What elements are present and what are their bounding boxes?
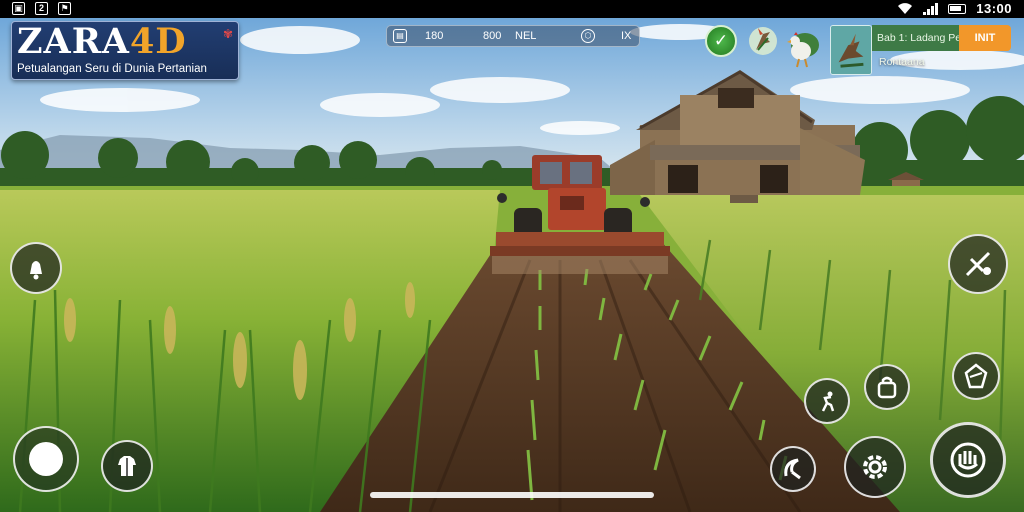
fishing-button[interactable] [948, 234, 1008, 294]
logo-title: ZARA4D [17, 22, 187, 62]
bag-button[interactable] [864, 364, 910, 410]
resource-label: NEL [515, 30, 537, 42]
gallery-icon: ▣ [12, 2, 25, 15]
logo-title-accent: 4D [129, 21, 187, 62]
notification-icon: ⚑ [58, 2, 71, 15]
map-icon [964, 363, 988, 389]
run-button[interactable] [804, 378, 850, 424]
resource-value-a: 180 [425, 30, 444, 42]
quest-init-button[interactable]: INIT [959, 25, 1011, 51]
bell-icon [30, 261, 42, 280]
quest-panel[interactable]: Bab 1: Ladang Pertama INIT Rontaana [830, 25, 1012, 75]
status-bar: ▣ 2 ⚑ 13:00 [0, 0, 1024, 18]
bird-icon[interactable] [748, 24, 778, 58]
game-logo: ZARA4D ✾ Petualangan Seru di Dunia Perta… [11, 21, 239, 80]
sickle-icon [784, 458, 801, 480]
logo-star-icon: ✾ [222, 27, 233, 41]
check-flag-button[interactable]: ✓ [705, 25, 737, 57]
logo-subtitle: Petualangan Seru di Dunia Pertanian [17, 63, 207, 75]
action-button[interactable] [930, 422, 1006, 498]
inventory-button[interactable] [101, 440, 153, 492]
resource-bar[interactable]: ▤ 180 800 NEL ⬡ IX [386, 25, 640, 47]
calendar-icon: ▤ [393, 29, 407, 43]
battery-icon [948, 3, 967, 14]
status-left-icons: ▣ 2 ⚑ [12, 2, 71, 15]
bell-button[interactable] [10, 242, 62, 294]
shirt-icon [118, 456, 136, 476]
logo-title-main: ZARA [17, 21, 130, 62]
joystick-knob[interactable] [29, 442, 63, 476]
sim-icon: 2 [35, 2, 48, 15]
settings-small-icon[interactable]: ⬡ [581, 29, 595, 43]
gear-icon [863, 455, 887, 479]
map-button[interactable] [952, 352, 1000, 400]
home-indicator[interactable] [370, 492, 654, 498]
quest-subtitle: Rontaana [879, 56, 925, 68]
resource-value-b: 800 [483, 30, 502, 42]
bag-icon [877, 376, 897, 399]
run-icon [821, 391, 835, 412]
quest-bird-icon [830, 25, 872, 75]
resource-end-label: IX [621, 30, 632, 42]
status-time: 13:00 [976, 1, 1012, 16]
status-right: 13:00 [897, 1, 1012, 16]
wifi-icon [898, 2, 913, 14]
settings-button[interactable] [844, 436, 906, 498]
chicken-icon[interactable] [785, 25, 821, 71]
quest-title: Bab 1: Ladang Pertama [872, 25, 960, 51]
sickle-button[interactable] [770, 446, 816, 492]
signal-icon [923, 2, 939, 15]
hand-icon [950, 442, 986, 478]
fishing-rod-icon [965, 251, 991, 277]
movement-joystick[interactable] [13, 426, 79, 492]
